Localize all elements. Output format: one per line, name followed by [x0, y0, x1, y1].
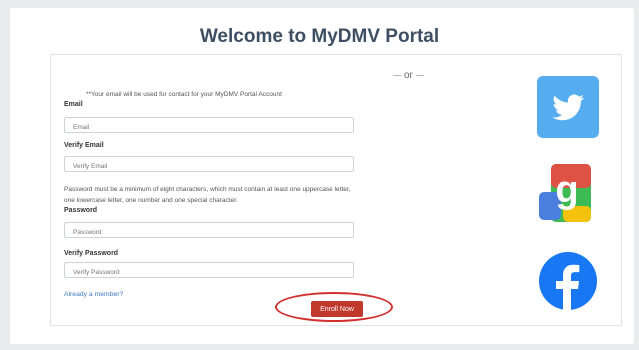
verify-email-label: Verify Email [64, 142, 104, 149]
or-divider: or [390, 70, 427, 81]
email-note: **Your email will be used for contact fo… [86, 91, 282, 98]
page-title: Welcome to MyDMV Portal [199, 26, 440, 47]
twitter-icon[interactable] [537, 76, 599, 138]
verify-email-field[interactable] [64, 156, 354, 172]
password-rules: Password must be a minimum of eight char… [64, 186, 351, 204]
already-member-link[interactable]: Already a member? [64, 291, 123, 298]
email-field[interactable] [64, 117, 354, 133]
enroll-now-button[interactable]: Enroll Now [311, 301, 363, 317]
svg-text:g: g [555, 169, 578, 211]
facebook-icon[interactable] [537, 250, 599, 312]
email-label: Email [64, 101, 83, 108]
password-field[interactable] [64, 222, 354, 238]
google-icon[interactable]: g [537, 162, 599, 224]
password-label: Password [64, 207, 98, 214]
verify-password-label: Verify Password [64, 250, 119, 257]
verify-password-field[interactable] [64, 262, 354, 278]
